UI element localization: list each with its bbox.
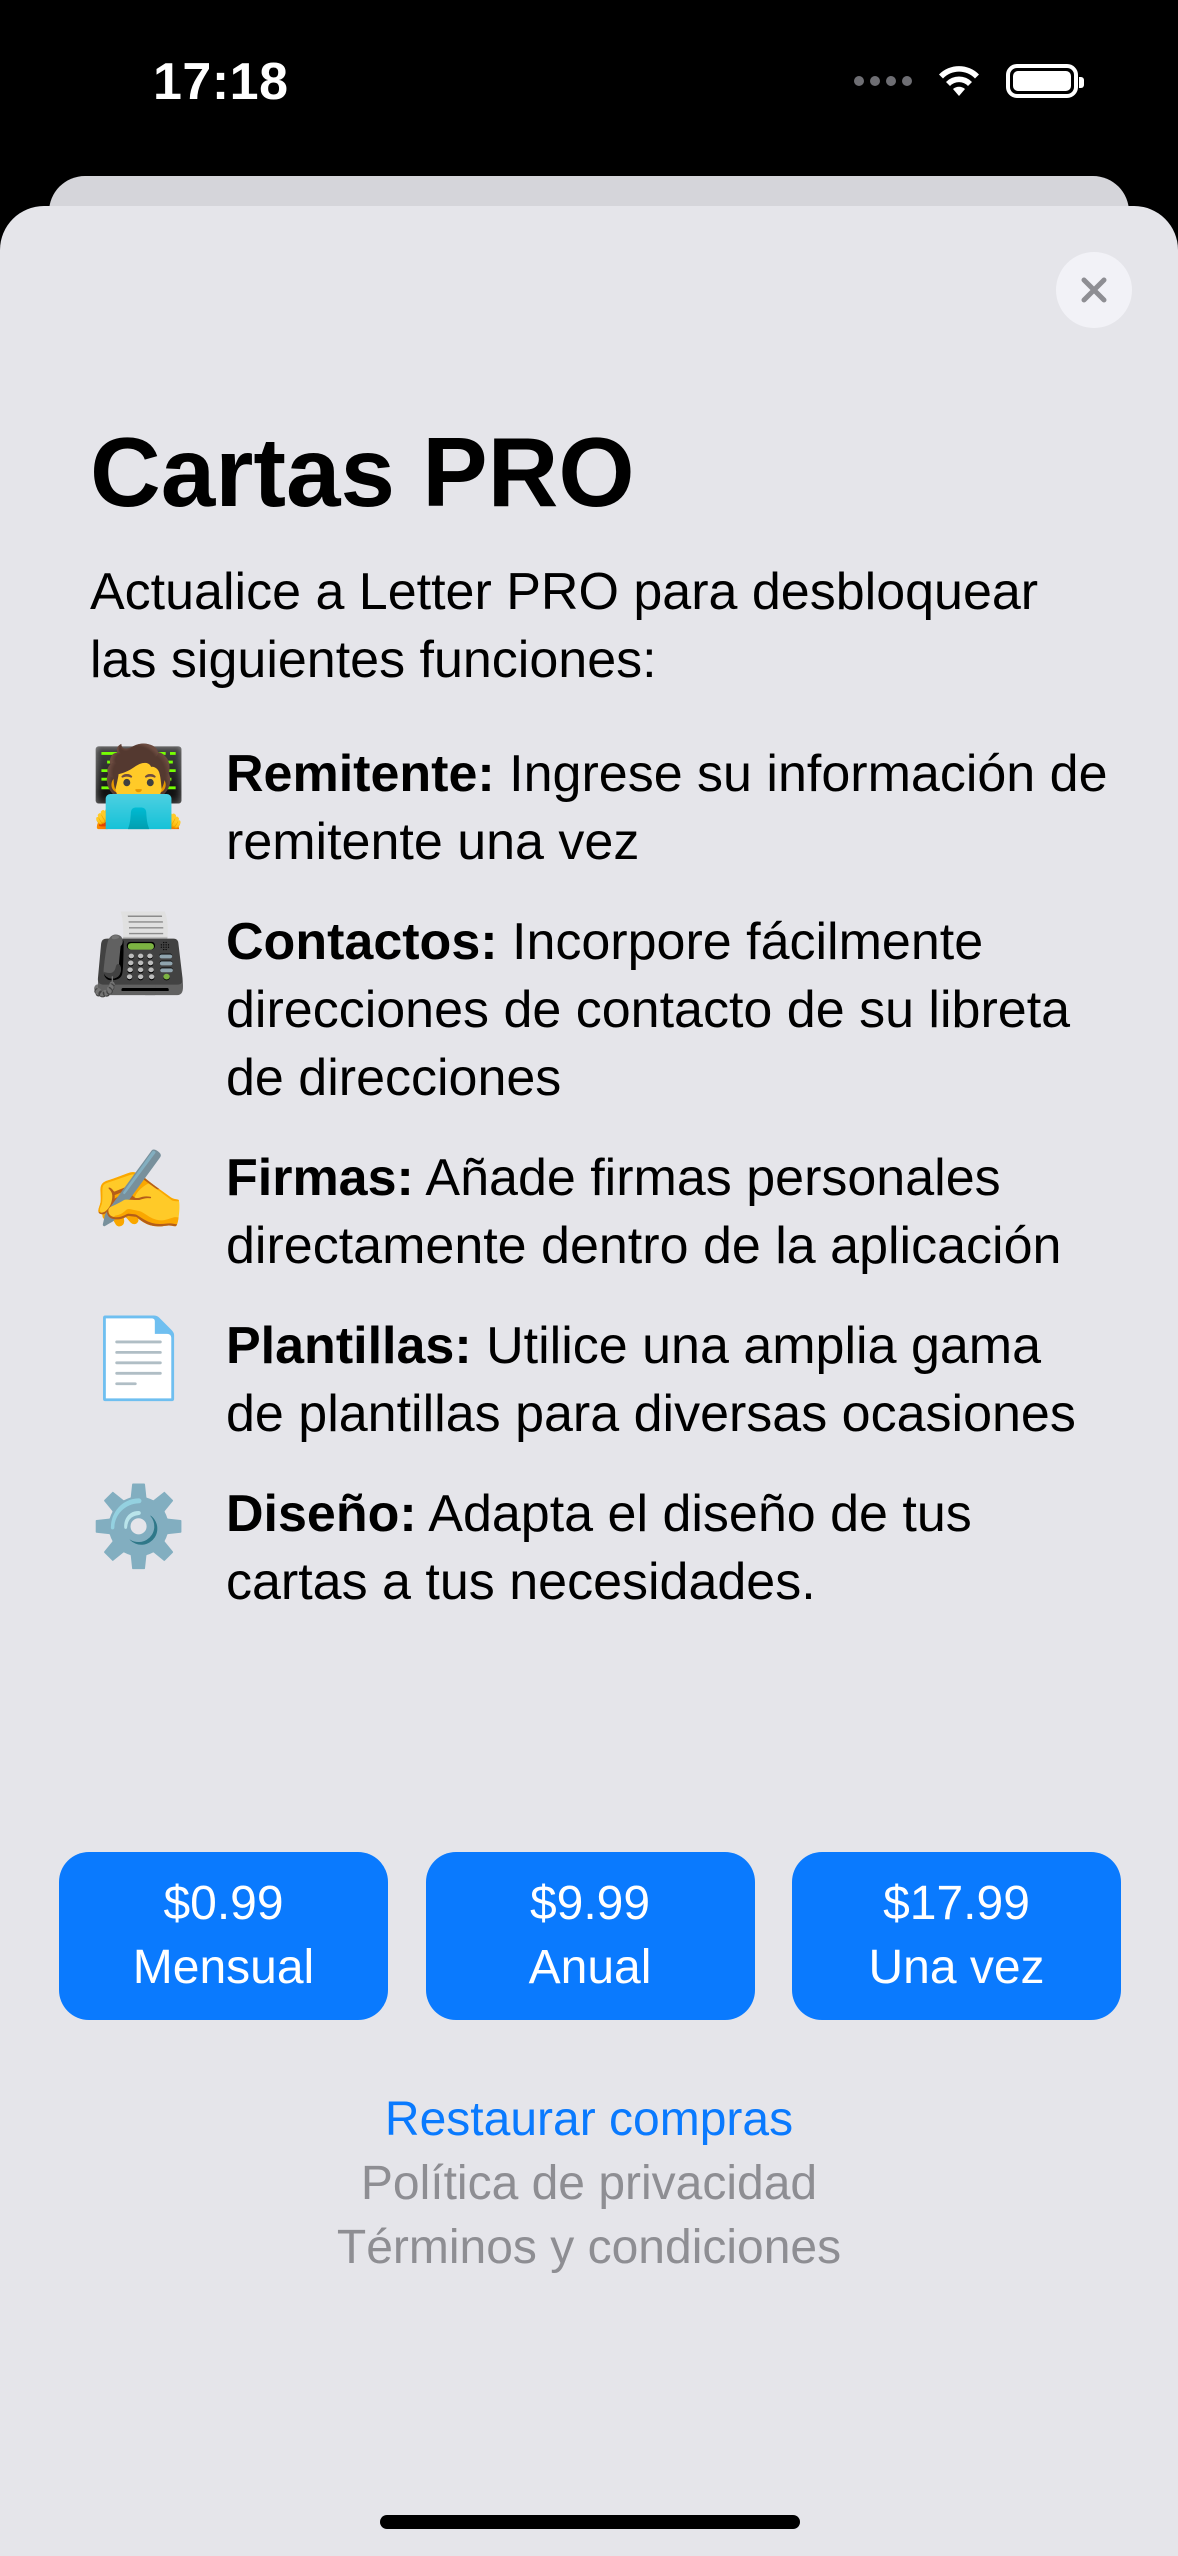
page-subtitle: Actualice a Letter PRO para desbloquear … [90, 563, 1039, 689]
wifi-icon [939, 66, 979, 96]
gear-icon: ⚙️ [90, 1482, 188, 1570]
plan-period: Anual [528, 1941, 652, 1994]
plan-price: $9.99 [529, 1877, 651, 1930]
plan-monthly-button[interactable]: $0.99 Mensual [59, 1852, 388, 2020]
feature-title: Remitente: [226, 745, 495, 803]
writing-hand-icon: ✍️ [90, 1146, 188, 1234]
feature-design: ⚙️ Diseño: Adapta el diseño de tus carta… [90, 1480, 1110, 1616]
close-button[interactable] [1056, 252, 1132, 328]
close-icon [1081, 277, 1107, 303]
plan-price: $17.99 [883, 1877, 1030, 1930]
plan-period: Mensual [132, 1941, 315, 1994]
feature-text: Remitente: Ingrese su información de rem… [226, 740, 1110, 876]
feature-contacts: 📠 Contactos: Incorpore fácilmente direcc… [90, 908, 1110, 1112]
plan-lifetime-button[interactable]: $17.99 Una vez [792, 1852, 1121, 2020]
plan-period: Una vez [868, 1941, 1045, 1994]
feature-text: Diseño: Adapta el diseño de tus cartas a… [226, 1480, 1110, 1616]
terms-link[interactable]: Términos y condiciones [0, 2216, 1178, 2280]
plan-yearly-button[interactable]: $9.99 Anual [425, 1852, 755, 2020]
plan-price: $0.99 [163, 1877, 284, 1930]
feature-title: Contactos: [226, 913, 498, 971]
feature-sender: 🧑‍💻 Remitente: Ingrese su información de… [90, 740, 1110, 876]
feature-signatures: ✍️ Firmas: Añade firmas personales direc… [90, 1144, 1110, 1280]
document-icon: 📄 [90, 1314, 188, 1402]
status-icons [854, 62, 1084, 100]
feature-templates: 📄 Plantillas: Utilice una amplia gama de… [90, 1312, 1110, 1448]
cellular-dots-icon [854, 76, 912, 86]
privacy-policy-link[interactable]: Política de privacidad [0, 2152, 1178, 2216]
screen: 17:18 Cartas PRO Actualice a Letter PRO … [0, 0, 1178, 2556]
feature-title: Diseño: [226, 1485, 417, 1543]
home-indicator[interactable] [380, 2515, 800, 2529]
feature-list: 🧑‍💻 Remitente: Ingrese su información de… [90, 740, 1110, 1648]
feature-text: Plantillas: Utilice una amplia gama de p… [226, 1312, 1110, 1448]
feature-title: Plantillas: [226, 1317, 472, 1375]
page-title: Cartas PRO [90, 417, 635, 527]
feature-text: Contactos: Incorpore fácilmente direccio… [226, 908, 1110, 1112]
restore-purchases-link[interactable]: Restaurar compras [0, 2088, 1178, 2152]
status-time: 17:18 [153, 53, 289, 111]
technologist-icon: 🧑‍💻 [90, 742, 188, 830]
feature-title: Firmas: [226, 1149, 414, 1207]
battery-icon [1006, 64, 1084, 98]
feature-text: Firmas: Añade firmas personales directam… [226, 1144, 1110, 1280]
fax-machine-icon: 📠 [90, 910, 188, 998]
footer-links: Restaurar compras Política de privacidad… [0, 2088, 1178, 2280]
plan-buttons: $0.99 Mensual $9.99 Anual $17.99 Una vez [59, 1852, 1121, 2020]
